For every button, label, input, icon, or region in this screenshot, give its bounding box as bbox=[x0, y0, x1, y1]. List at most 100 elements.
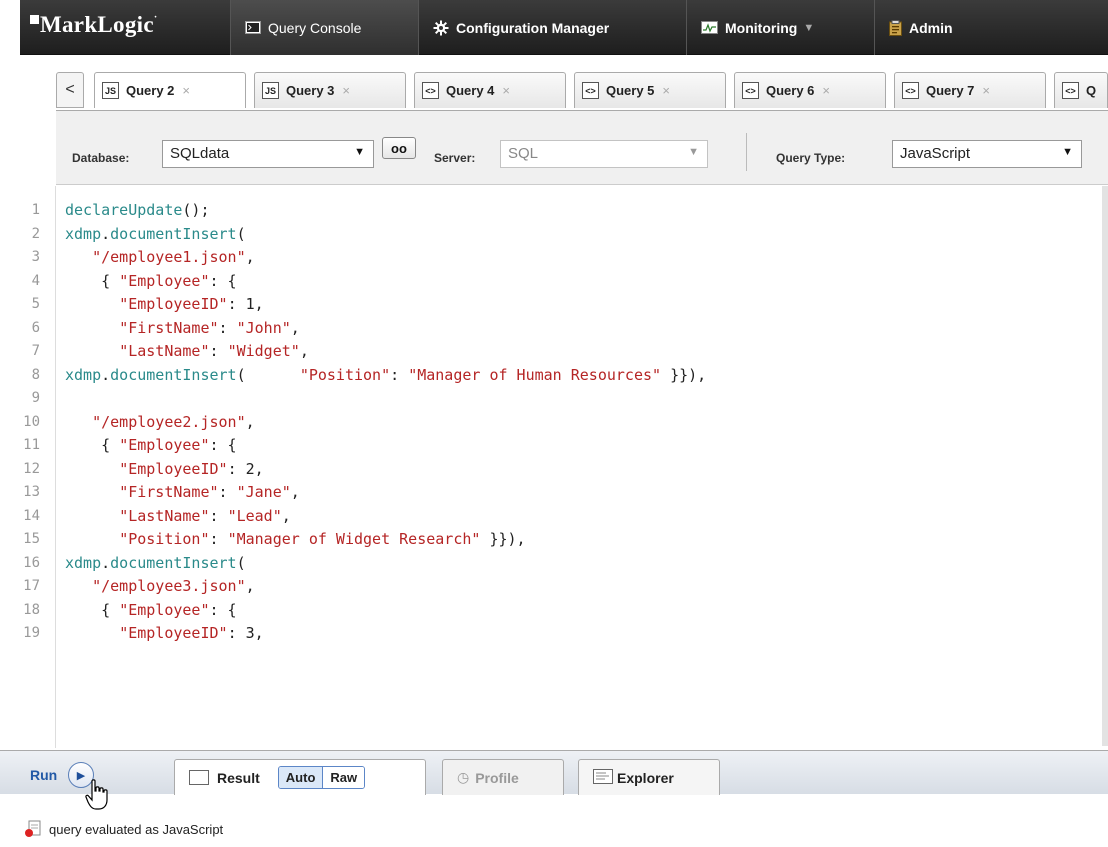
raw-button[interactable]: Raw bbox=[322, 767, 365, 788]
code-string-token: "/employee3.json" bbox=[92, 577, 246, 595]
code-line: "/employee3.json", bbox=[65, 577, 255, 595]
auto-button[interactable]: Auto bbox=[278, 767, 323, 788]
javascript-status-icon bbox=[25, 820, 41, 837]
result-format-toggle: Auto Raw bbox=[277, 766, 366, 789]
gear-icon bbox=[433, 20, 449, 36]
tab-query-5[interactable]: <> Query 5 × bbox=[574, 72, 726, 108]
code-string-token: "John" bbox=[236, 318, 291, 337]
code-editor[interactable]: 1 2 3 4 5 6 7 8 9 10 11 12 13 14 15 16 17 18 19 declareUpd… bbox=[0, 186, 1108, 748]
tabs-scroll-left-button[interactable]: < bbox=[56, 72, 84, 108]
monitor-chart-icon bbox=[701, 21, 718, 34]
nav-admin[interactable]: Admin bbox=[874, 0, 1108, 55]
nav-monitoring[interactable]: Monitoring ▼ bbox=[686, 0, 874, 55]
tab-query-7[interactable]: <> Query 7 × bbox=[894, 72, 1046, 108]
editor-scrollbar[interactable] bbox=[1102, 186, 1108, 746]
code-function-token: declareUpdate bbox=[65, 201, 183, 219]
tab-query-6[interactable]: <> Query 6 × bbox=[734, 72, 886, 108]
line-number: 17 bbox=[23, 578, 40, 594]
database-select[interactable]: SQLdata ▼ bbox=[162, 140, 374, 168]
admin-icon bbox=[889, 19, 902, 36]
explorer-label: Explorer bbox=[617, 769, 674, 786]
line-number: 4 bbox=[31, 272, 40, 289]
code-punctuation-token: { bbox=[65, 271, 120, 290]
line-number: 3 bbox=[31, 249, 40, 265]
tab-query-2[interactable]: JS Query 2 × bbox=[94, 72, 246, 108]
tab-profile[interactable]: ◷ Profile bbox=[442, 759, 564, 795]
xquery-file-icon: <> bbox=[1062, 82, 1079, 99]
code-punctuation-token: ( bbox=[236, 224, 246, 243]
code-line: xdmp.documentInsert( "Position": "Manage… bbox=[65, 366, 706, 384]
nav-query-console[interactable]: Query Console bbox=[230, 0, 418, 55]
code-punctuation-token bbox=[65, 624, 119, 642]
code-punctuation-token: : bbox=[218, 318, 237, 337]
code-string-token: "LastName" bbox=[119, 342, 210, 360]
code-punctuation-token: }}), bbox=[661, 365, 707, 384]
code-punctuation-token: : bbox=[209, 506, 228, 525]
nav-label-admin: Admin bbox=[909, 19, 953, 36]
run-label[interactable]: Run bbox=[30, 767, 57, 783]
code-string-token: "/employee2.json" bbox=[92, 412, 246, 431]
line-number: 10 bbox=[23, 413, 40, 430]
code-string-token: "EmployeeID" bbox=[119, 295, 228, 313]
code-punctuation-token: : bbox=[209, 342, 228, 360]
tab-label: Query 6 bbox=[766, 83, 815, 98]
query-settings-bar: Database: SQLdata ▼ oo Server: SQL ▼ Que… bbox=[56, 110, 1108, 185]
code-line: xdmp.documentInsert( bbox=[65, 225, 246, 243]
explorer-icon bbox=[593, 768, 613, 787]
line-number: 8 bbox=[31, 366, 40, 383]
server-value: SQL bbox=[508, 145, 539, 162]
code-line: xdmp.documentInsert( bbox=[65, 554, 246, 572]
line-number-gutter: 1 2 3 4 5 6 7 8 9 10 11 12 13 14 15 16 17 18 19 bbox=[0, 186, 56, 748]
code-punctuation-token: : 1, bbox=[227, 295, 264, 313]
chevron-down-icon: ▼ bbox=[354, 146, 365, 158]
explore-database-icon[interactable]: oo bbox=[382, 137, 416, 159]
xquery-file-icon: <> bbox=[422, 82, 439, 99]
code-string-token: "Manager of Human Resources" bbox=[408, 365, 662, 384]
close-icon[interactable]: × bbox=[182, 83, 190, 98]
chevron-down-icon: ▼ bbox=[1062, 146, 1073, 158]
line-number: 9 bbox=[31, 390, 40, 406]
code-line: { "Employee": { bbox=[65, 271, 237, 290]
code-string-token: "Position" bbox=[299, 365, 391, 384]
code-punctuation-token: : { bbox=[209, 436, 237, 454]
tab-label: Query 2 bbox=[126, 83, 175, 98]
code-line: { "Employee": { bbox=[65, 436, 237, 454]
code-punctuation-token: ( bbox=[236, 553, 246, 572]
marklogic-logo[interactable]: MarkLogic· bbox=[30, 12, 158, 38]
tab-query-8[interactable]: <> Q bbox=[1054, 72, 1108, 108]
code-punctuation-token: : { bbox=[209, 271, 237, 290]
tab-query-3[interactable]: JS Query 3 × bbox=[254, 72, 406, 108]
code-punctuation-token: : bbox=[209, 530, 228, 548]
line-number: 7 bbox=[31, 343, 40, 359]
code-punctuation-token: (); bbox=[182, 201, 210, 219]
close-icon[interactable]: × bbox=[822, 83, 830, 98]
code-punctuation-token: }}), bbox=[480, 530, 526, 548]
close-icon[interactable]: × bbox=[982, 83, 990, 98]
js-file-icon: JS bbox=[262, 82, 279, 99]
line-number: 1 bbox=[31, 202, 40, 218]
code-function-token: documentInsert bbox=[110, 365, 237, 384]
close-icon[interactable]: × bbox=[662, 83, 670, 98]
close-icon[interactable]: × bbox=[342, 83, 350, 98]
run-bar: Run ▶ Result Auto Raw ◷ Profile Explorer bbox=[0, 750, 1108, 810]
chevron-down-icon: ▼ bbox=[688, 146, 699, 158]
line-number: 11 bbox=[23, 437, 40, 453]
code-string-token: "FirstName" bbox=[119, 318, 219, 337]
server-select[interactable]: SQL ▼ bbox=[500, 140, 708, 168]
query-type-select[interactable]: JavaScript ▼ bbox=[892, 140, 1082, 168]
line-number: 6 bbox=[31, 319, 40, 336]
tab-explorer[interactable]: Explorer bbox=[578, 759, 720, 795]
xquery-file-icon: <> bbox=[742, 82, 759, 99]
tab-label: Query 3 bbox=[286, 83, 335, 98]
nav-configuration-manager[interactable]: Configuration Manager bbox=[418, 0, 686, 55]
clock-icon: ◷ bbox=[457, 769, 470, 785]
status-text: query evaluated as JavaScript bbox=[49, 821, 224, 837]
query-type-label: Query Type: bbox=[776, 151, 846, 165]
tab-label: Q bbox=[1086, 83, 1097, 98]
close-icon[interactable]: × bbox=[502, 83, 510, 98]
tab-result[interactable]: Result Auto Raw bbox=[174, 759, 426, 795]
database-value: SQLdata bbox=[170, 145, 230, 162]
tab-query-4[interactable]: <> Query 4 × bbox=[414, 72, 566, 108]
server-label: Server: bbox=[434, 151, 476, 165]
code-line: "EmployeeID": 3, bbox=[65, 624, 264, 642]
